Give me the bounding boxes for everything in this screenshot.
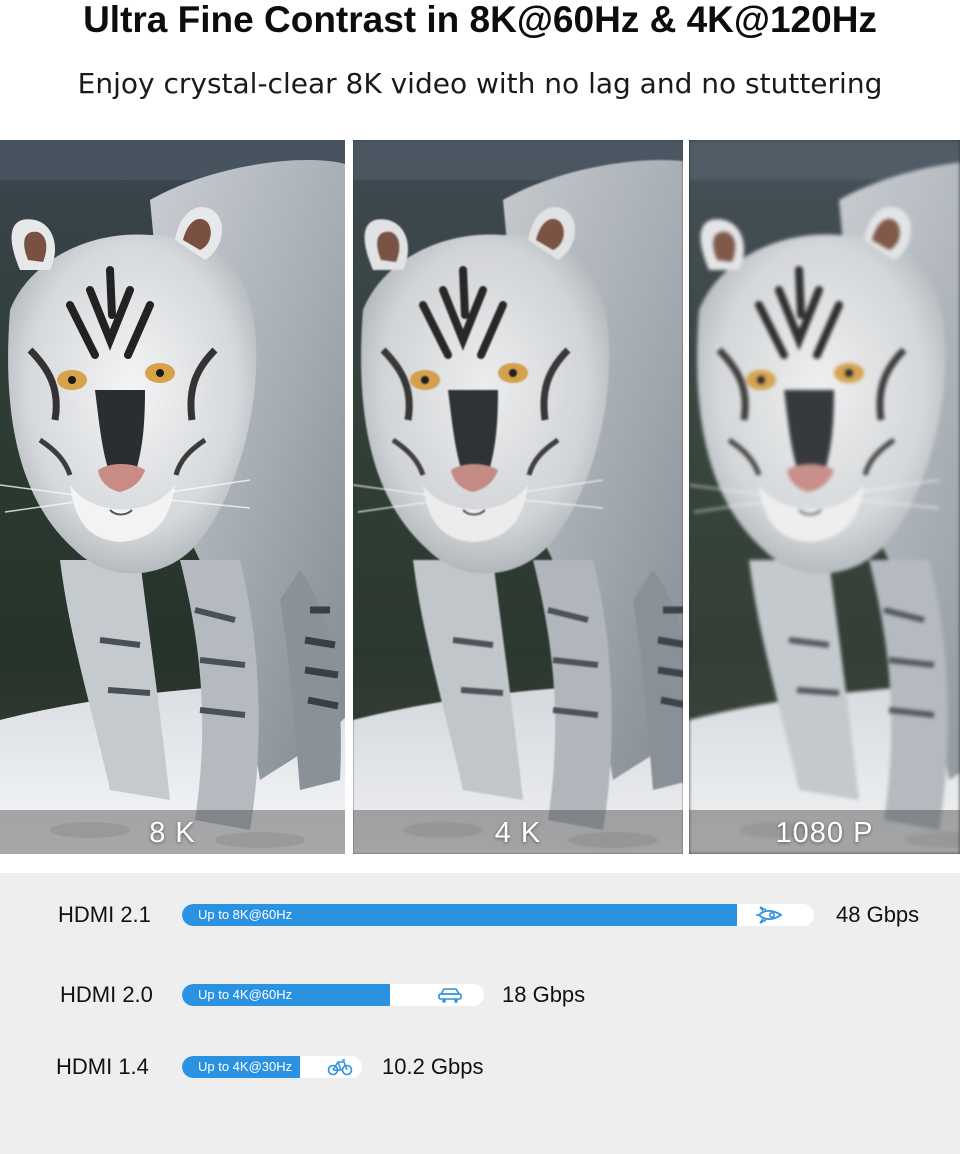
comparison-panel-1080p: 1080 P xyxy=(689,140,960,854)
bandwidth-bar-text: Up to 4K@30Hz xyxy=(198,1059,293,1074)
page-subtitle: Enjoy crystal-clear 8K video with no lag… xyxy=(77,67,883,100)
hdmi-version-label: HDMI 2.0 xyxy=(60,982,153,1007)
hdmi-row-2-0: HDMI 2.0 Up to 4K@60Hz 18 Gbps xyxy=(0,975,960,1015)
bandwidth-bar: Up to 8K@60Hz xyxy=(182,904,814,926)
hdmi-row-1-4: HDMI 1.4 Up to 4K@30Hz 10.2 Gbps xyxy=(0,1047,960,1087)
bandwidth-bar-text: Up to 8K@60Hz xyxy=(198,907,293,922)
comparison-panel-4k: 4 K xyxy=(353,140,683,854)
tiger-photo xyxy=(0,140,345,854)
hdmi-version-label: HDMI 1.4 xyxy=(56,1054,149,1079)
resolution-label-1080p: 1080 P xyxy=(775,817,874,849)
bandwidth-bar: Up to 4K@30Hz xyxy=(182,1056,362,1078)
hdmi-comparison-section: HDMI 2.1 Up to 8K@60Hz 48 Gbps HDMI 2.0 … xyxy=(0,873,960,1154)
bandwidth-value: 10.2 Gbps xyxy=(382,1054,484,1079)
bicycle-icon xyxy=(327,1059,353,1076)
page-title: Ultra Fine Contrast in 8K@60Hz & 4K@120H… xyxy=(83,0,877,40)
hdmi-version-label: HDMI 2.1 xyxy=(58,902,151,927)
resolution-label-8k: 8 K xyxy=(149,817,196,849)
comparison-panel-8k: 8 K xyxy=(0,140,345,854)
bandwidth-value: 18 Gbps xyxy=(502,982,586,1007)
tiger-photo xyxy=(689,140,960,854)
tiger-photo xyxy=(353,140,683,854)
rocket-icon xyxy=(756,906,783,924)
bandwidth-value: 48 Gbps xyxy=(836,902,920,927)
resolution-label-4k: 4 K xyxy=(494,817,542,849)
car-icon xyxy=(438,988,462,1003)
bandwidth-bar-text: Up to 4K@60Hz xyxy=(198,987,293,1002)
hdmi-row-2-1: HDMI 2.1 Up to 8K@60Hz 48 Gbps xyxy=(0,895,960,935)
bandwidth-bar: Up to 4K@60Hz xyxy=(182,984,484,1006)
